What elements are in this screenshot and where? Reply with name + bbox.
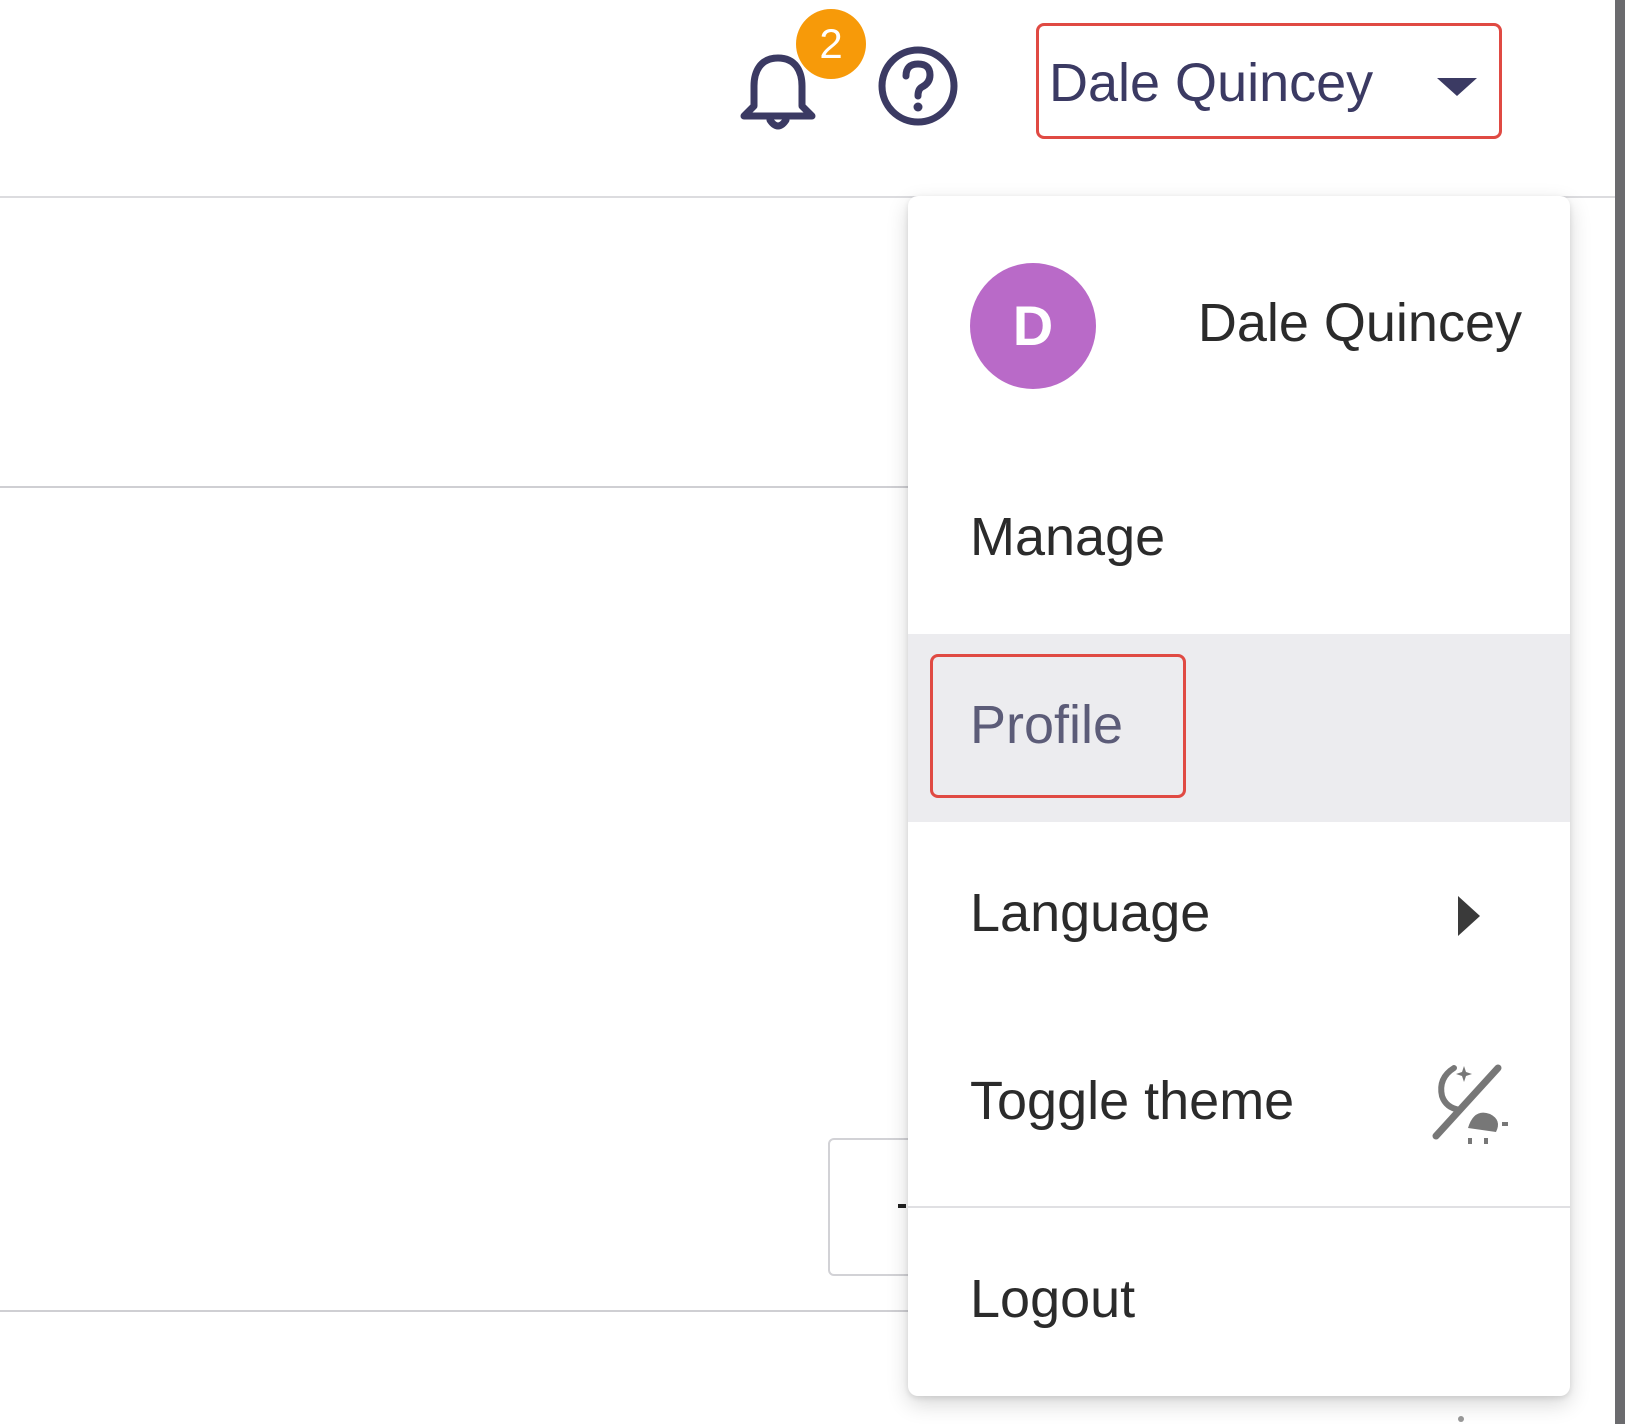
menu-item-toggle-theme[interactable]: Toggle theme (908, 1010, 1570, 1198)
user-name-label: Dale Quincey (1049, 53, 1374, 113)
user-dropdown-menu: D Dale Quincey Manage Profile Language T… (908, 196, 1570, 1396)
user-menu-button[interactable]: Dale Quincey (1036, 23, 1502, 139)
background-mark (1458, 1416, 1464, 1422)
window-edge (1615, 0, 1625, 1424)
menu-item-logout[interactable]: Logout (908, 1208, 1570, 1396)
theme-toggle-icon (1432, 1064, 1508, 1144)
page: 2 Dale Quincey D Dale Quincey Manage Pro… (0, 0, 1625, 1424)
content-divider (0, 486, 910, 488)
top-bar: 2 Dale Quincey (0, 0, 1615, 198)
dropdown-user-header: D Dale Quincey (908, 196, 1570, 446)
chevron-right-icon (1458, 896, 1480, 936)
menu-item-manage[interactable]: Manage (908, 446, 1570, 634)
notification-badge: 2 (796, 9, 866, 79)
highlight-box (930, 654, 1186, 798)
menu-item-label: Manage (970, 507, 1166, 567)
content-divider (0, 1310, 910, 1312)
help-circle-icon[interactable] (876, 44, 960, 128)
caret-down-icon (1437, 78, 1477, 96)
avatar: D (970, 263, 1096, 389)
menu-item-profile[interactable]: Profile (908, 634, 1570, 822)
menu-item-language[interactable]: Language (908, 822, 1570, 1010)
menu-item-label: Toggle theme (970, 1071, 1295, 1131)
dropdown-user-name: Dale Quincey (1197, 293, 1522, 353)
menu-item-label: Logout (970, 1269, 1136, 1329)
menu-item-label: Language (970, 883, 1211, 943)
background-control-mark (898, 1204, 906, 1208)
